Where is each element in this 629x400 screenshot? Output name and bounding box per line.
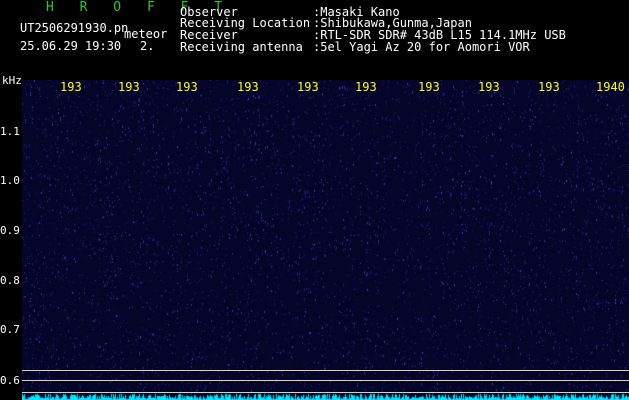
spectrogram-plot[interactable] [22, 80, 629, 400]
y-tick-label: 0.7 [0, 323, 20, 336]
y-axis-unit: kHz [2, 74, 22, 87]
reference-line [22, 392, 629, 393]
time-label: 193 [176, 80, 198, 94]
y-tick-label: 1.0 [0, 174, 20, 187]
y-tick-label: 1.1 [0, 125, 20, 138]
header-panel: H R O F F T UT2506291930.pn meteor 25.06… [0, 0, 629, 80]
time-label: 193 [478, 80, 500, 94]
spectrogram-canvas [22, 80, 629, 400]
reference-line [22, 380, 629, 381]
reference-line [22, 370, 629, 371]
datetime-label: 25.06.29 19:30 [20, 39, 122, 53]
y-tick-label: 0.9 [0, 224, 20, 237]
time-label: 193 [538, 80, 560, 94]
antenna-key: Receiving antenna [180, 40, 303, 54]
time-label: 193 [297, 80, 319, 94]
y-tick-label: 0.8 [0, 274, 20, 287]
time-label: 1940 [596, 80, 625, 94]
count-label: 2. [140, 39, 155, 53]
time-label: 193 [355, 80, 377, 94]
time-label: 193 [418, 80, 440, 94]
antenna-value: :5el Yagi Az 20 for Aomori VOR [313, 40, 530, 54]
time-label: 193 [118, 80, 140, 94]
y-tick-label: 0.6 [0, 374, 20, 387]
time-label: 193 [237, 80, 259, 94]
time-label: 193 [60, 80, 82, 94]
filename-label: UT2506291930.pn [20, 21, 129, 35]
